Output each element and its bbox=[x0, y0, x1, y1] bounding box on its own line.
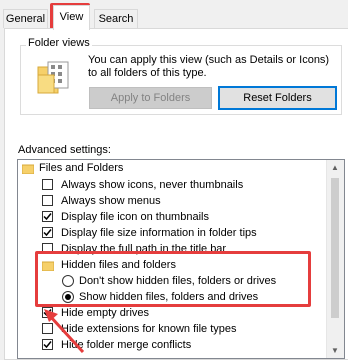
annotation-arrow bbox=[44, 309, 85, 353]
tab-view-label: View bbox=[59, 11, 84, 23]
tab-view[interactable]: View bbox=[53, 5, 90, 30]
